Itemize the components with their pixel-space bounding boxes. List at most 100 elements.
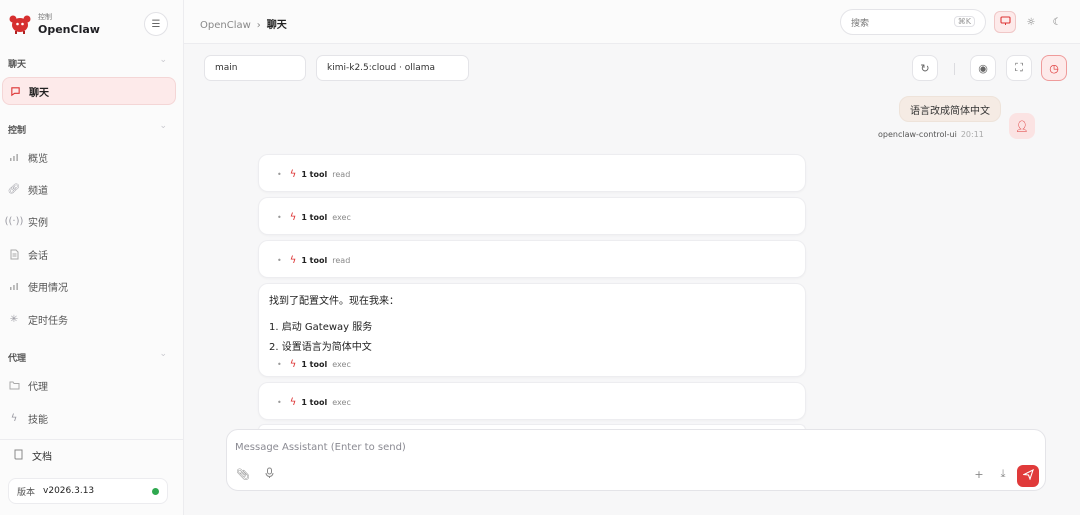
chat-icon [9,86,21,97]
scan-icon: ⛶ [1015,61,1023,74]
bullet: • [277,170,282,179]
history-button[interactable]: ◷ [1041,55,1067,81]
broadcast-icon: ((·)) [4,215,24,227]
sidebar-item-sessions[interactable]: 会话 [8,241,178,267]
session-select[interactable]: main [204,55,306,81]
version-value: v2026.3.13 [43,486,95,496]
book-icon [14,449,24,463]
tool-call-row[interactable]: • ϟ 1 tool exec [259,353,805,370]
sidebar-item-overview[interactable]: 概览 [8,144,178,170]
tool-name: read [332,256,351,265]
bolt-icon: ϟ [289,397,297,408]
tool-name: read [332,170,351,179]
assistant-step: 1. 启动 Gateway 服务 [269,322,373,333]
tool-call-row[interactable]: • ϟ 1 tool exec [259,383,805,408]
sidebar-item-instances[interactable]: ((·)) 实例 [4,208,178,234]
sidebar-item-cron[interactable]: ✳ 定时任务 [8,306,178,332]
bullet: • [277,360,282,369]
claw-logo-icon [9,15,31,34]
bullet: • [277,256,282,265]
export-button[interactable]: ⤓ [993,464,1013,484]
theme-light-button[interactable]: ☼ [1020,11,1042,33]
bullet: • [277,398,282,407]
tool-call-card[interactable]: • ϟ 1 tool read [258,240,806,278]
new-session-button[interactable]: + [969,464,989,484]
brain-icon: ◉ [978,61,988,75]
tool-call-card[interactable]: • ϟ 1 tool exec [258,197,806,235]
topbar: OpenClaw › 聊天 搜索 ⌘K ☼ ☾ [184,0,1080,44]
send-button[interactable] [1017,465,1039,487]
tool-call-row[interactable]: • ϟ 1 tool read [259,241,805,266]
section-title-chat[interactable]: 聊天 [8,57,26,70]
moon-icon: ☾ [1052,16,1062,28]
sidebar-item-label: 代理 [28,381,48,393]
thinking-toggle-button[interactable]: ◉ [970,55,996,81]
user-icon: 👤︎ [1015,119,1029,133]
tool-count: 1 tool [301,398,328,407]
sidebar-item-label: 会话 [28,250,48,262]
sidebar-item-label: 概览 [28,153,48,165]
search-placeholder: 搜索 [851,18,870,29]
section-title-control[interactable]: 控制 [8,123,26,136]
tool-call-card[interactable]: • ϟ 1 tool read [258,154,806,192]
tool-call-row[interactable]: • ϟ 1 tool read [259,155,805,180]
document-icon [8,249,20,260]
breadcrumb-root[interactable]: OpenClaw [200,20,251,31]
message-input[interactable] [235,438,935,456]
brand-name: OpenClaw [38,23,100,36]
sidebar: 控制 OpenClaw ☰ 聊天 ⌄ 聊天 控制 ⌄ 概览 🔗︎ 频道 ((·)… [0,0,184,515]
sidebar-item-usage[interactable]: 使用情况 [8,273,178,299]
sidebar-item-channels[interactable]: 🔗︎ 频道 [8,176,178,202]
link-icon: 🔗︎ [7,183,21,195]
model-select[interactable]: kimi-k2.5:cloud · ollama [316,55,469,81]
tool-call-row[interactable]: • ϟ 1 tool exec [259,198,805,223]
status-dot [152,488,159,495]
voice-button[interactable] [259,464,279,484]
bolt-icon: ϟ [289,212,297,223]
breadcrumb-current: 聊天 [266,20,287,31]
paperclip-icon: 📎︎ [236,467,250,481]
sidebar-item-skills[interactable]: ϟ 技能 [8,405,178,431]
sidebar-toggle-button[interactable]: ☰ [144,12,168,36]
search-input[interactable]: 搜索 ⌘K [840,9,986,35]
download-icon: ⤓ [1000,467,1006,480]
plus-icon: + [974,467,984,481]
assistant-step: 2. 设置语言为简体中文 [269,342,372,353]
bolt-icon: ϟ [289,169,297,180]
breadcrumb: OpenClaw › 聊天 [200,16,287,31]
monitor-icon [999,15,1011,29]
tool-name: exec [332,398,351,407]
app-root: 控制 OpenClaw ☰ 聊天 ⌄ 聊天 控制 ⌄ 概览 🔗︎ 频道 ((·)… [0,0,1080,515]
sidebar-item-label: 使用情况 [28,282,68,294]
sidebar-item-label: 聊天 [29,87,49,99]
sidebar-item-label: 定时任务 [28,315,68,327]
docs-link[interactable]: 文档 [14,448,52,463]
tool-call-card[interactable]: • ϟ 1 tool exec [258,382,806,420]
theme-dark-button[interactable]: ☾ [1046,11,1068,33]
shortcut-badge: ⌘K [953,16,975,27]
attach-button[interactable]: 📎︎ [233,464,253,484]
docs-label: 文档 [32,452,52,463]
section-title-agents[interactable]: 代理 [8,351,26,364]
focus-mode-button[interactable]: ⛶ [1006,55,1032,81]
chevron-down-icon[interactable]: ⌄ [159,55,167,65]
theme-system-button[interactable] [994,11,1016,33]
chevron-down-icon[interactable]: ⌄ [159,121,167,131]
folder-icon [8,381,20,390]
brand-subtitle: 控制 [38,13,52,21]
sun-icon: ☼ [1026,16,1036,28]
refresh-button[interactable]: ↻ [912,55,938,81]
sidebar-item-agents[interactable]: 代理 [8,372,178,398]
microphone-icon [265,467,274,482]
chat-main: main kimi-k2.5:cloud · ollama ↻ ◉ ⛶ ◷ 语言… [184,44,1080,515]
version-badge: 版本 v2026.3.13 [8,478,168,504]
sidebar-item-label: 频道 [28,185,48,197]
bar-chart-icon [8,152,20,162]
sidebar-item-chat[interactable]: 聊天 [2,77,176,105]
assistant-message: 找到了配置文件。现在我来： 1. 启动 Gateway 服务 2. 设置语言为简… [258,283,806,377]
user-name: openclaw-control-ui [878,130,957,139]
chevron-down-icon[interactable]: ⌄ [159,349,167,359]
refresh-icon: ↻ [920,61,930,75]
sidebar-item-label: 实例 [28,217,48,229]
bullet: • [277,213,282,222]
